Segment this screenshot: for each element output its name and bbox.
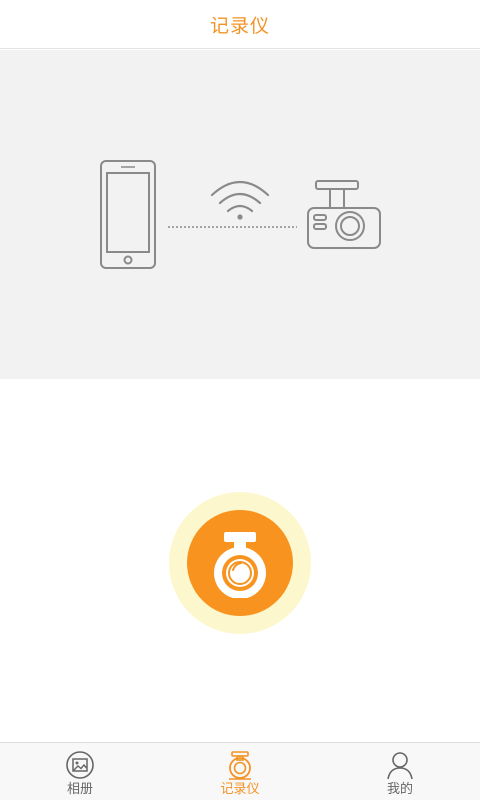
tab-recorder[interactable]: 记录仪 [160, 743, 320, 800]
connection-diagram [100, 160, 381, 269]
top-bar: 记录仪 [0, 0, 480, 49]
tab-album[interactable]: 相册 [0, 743, 160, 800]
tab-mine[interactable]: 我的 [320, 743, 480, 800]
record-button[interactable] [169, 492, 311, 634]
bottom-tab-bar: 相册 记录仪 我的 [0, 742, 480, 800]
smartphone-icon [100, 160, 156, 269]
tab-mine-label: 我的 [386, 782, 413, 797]
connection-illustration [0, 50, 480, 379]
tab-album-label: 相册 [66, 782, 93, 797]
page-title: 记录仪 [209, 14, 270, 37]
record-button-inner[interactable] [187, 510, 293, 616]
person-icon [387, 752, 413, 780]
dashcam-icon [307, 180, 381, 249]
tab-recorder-label: 记录仪 [220, 782, 260, 797]
dashcam-icon [214, 532, 266, 598]
wifi-icon [210, 181, 270, 220]
dashcam-icon [229, 751, 251, 780]
album-icon [66, 751, 94, 779]
